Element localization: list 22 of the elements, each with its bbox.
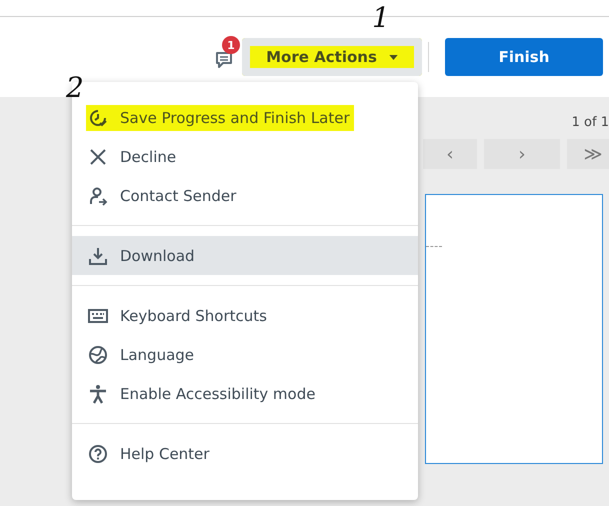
person-arrow-icon <box>88 186 108 206</box>
menu-item[interactable]: Language <box>72 335 418 374</box>
menu-item[interactable]: Decline <box>72 137 418 176</box>
more-actions-button[interactable]: More Actions <box>242 38 422 76</box>
menu-item[interactable]: Keyboard Shortcuts <box>72 296 418 335</box>
menu-item[interactable]: Download <box>72 236 418 275</box>
globe-icon <box>88 344 108 364</box>
menu-item[interactable]: Help Center <box>72 434 418 473</box>
handwritten-number: 2 <box>66 74 84 102</box>
comment-icon[interactable] <box>214 50 234 70</box>
download-icon <box>88 246 108 266</box>
menu-item[interactable]: Contact Sender <box>72 176 418 215</box>
close-icon <box>88 146 108 166</box>
notification-badge: 1 <box>222 36 240 54</box>
help-icon <box>88 444 108 464</box>
menu-item[interactable]: Enable Accessibility mode <box>72 374 418 413</box>
accessibility-icon <box>88 384 108 404</box>
handwritten-number: 1 <box>372 4 390 32</box>
finish-button[interactable]: Finish <box>445 38 603 76</box>
page-counter: 1 of 1 <box>572 115 609 132</box>
clock-check-icon <box>88 108 108 128</box>
caret-icon <box>388 54 398 60</box>
